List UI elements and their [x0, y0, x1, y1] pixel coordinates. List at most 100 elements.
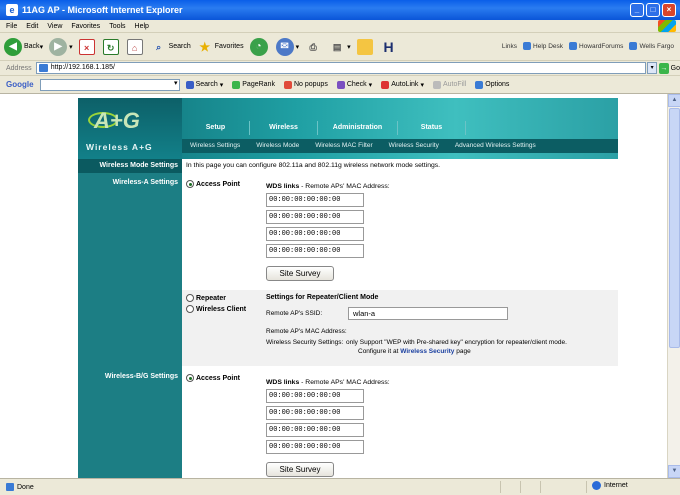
link-howardforums[interactable]: HowardForums	[569, 42, 623, 50]
subtab-advanced-wireless[interactable]: Advanced Wireless Settings	[447, 139, 544, 153]
refresh-button[interactable]: ↻	[102, 38, 121, 55]
autolink-button[interactable]: AutoLink ▾	[381, 80, 424, 89]
page-icon	[569, 42, 577, 50]
history-icon: ◔	[249, 37, 268, 56]
remote-mac-label: Remote AP's MAC Address:	[266, 328, 347, 335]
links-bar: Links Help Desk HowardForums Wells Fargo	[502, 42, 674, 50]
status-done: Done	[6, 483, 34, 491]
mode-row: Wireless Mode Settings In this page you …	[78, 159, 618, 173]
popup-blocker-button[interactable]: No popups	[283, 80, 328, 89]
wireless-client-radio[interactable]: Wireless Client	[186, 305, 246, 313]
search-icon: ⌕	[156, 41, 162, 52]
google-logo[interactable]: Google	[6, 80, 34, 89]
scroll-down-icon[interactable]: ▼	[668, 465, 680, 478]
menu-file[interactable]: File	[6, 23, 17, 30]
go-label[interactable]: Go	[671, 65, 680, 72]
title-bar: e 11AG AP - Microsoft Internet Explorer …	[0, 0, 680, 20]
edit-button[interactable]: ▤ ▾	[329, 39, 351, 55]
subtab-wireless-security[interactable]: Wireless Security	[381, 139, 447, 153]
print-icon: ⎙	[309, 41, 317, 52]
bg-wds-mac-3[interactable]: 00:00:00:00:00:00	[266, 423, 364, 437]
back-button[interactable]: ◀ Back ▾	[4, 37, 43, 56]
pagerank-indicator[interactable]: PageRank	[232, 80, 275, 89]
radio-selected-icon	[186, 374, 194, 382]
bg-access-point-radio[interactable]: Access Point	[186, 374, 240, 382]
h-icon: H	[383, 38, 394, 55]
menu-help[interactable]: Help	[135, 23, 149, 30]
back-label: Back	[24, 43, 40, 50]
wireless-bg-body: Access Point WDS links - Remote APs' MAC…	[182, 367, 618, 478]
menu-tools[interactable]: Tools	[109, 23, 125, 30]
bg-site-survey-button[interactable]: Site Survey	[266, 462, 334, 477]
ie-icon: e	[6, 4, 18, 16]
folder-button[interactable]	[356, 38, 375, 55]
radio-selected-icon	[186, 180, 194, 188]
vertical-scrollbar[interactable]: ▲ ▼	[667, 94, 680, 478]
subtab-mac-filter[interactable]: Wireless MAC Filter	[307, 139, 380, 153]
go-button[interactable]: →	[659, 62, 669, 74]
wireless-a-section: Wireless-A Settings Access Point WDS lin…	[78, 173, 618, 367]
google-search-button[interactable]: Search ▾	[185, 80, 223, 89]
popup-blocker-icon	[283, 80, 292, 89]
remote-ssid-label: Remote AP's SSID:	[266, 310, 323, 317]
forward-arrow-icon: ▶	[49, 37, 68, 56]
a-access-point-radio[interactable]: Access Point	[186, 180, 240, 188]
mail-button[interactable]: ✉ ▾	[275, 37, 299, 56]
autofill-button[interactable]: AutoFill	[432, 80, 466, 89]
brand-logo: A+G Wireless A+G	[78, 98, 182, 159]
radio-unselected-icon	[186, 294, 194, 302]
tab-wireless[interactable]: Wireless	[250, 121, 318, 135]
link-help-desk[interactable]: Help Desk	[523, 42, 563, 50]
google-g-icon	[185, 80, 194, 89]
a-wds-mac-1[interactable]: 00:00:00:00:00:00	[266, 193, 364, 207]
history-button[interactable]: ◔	[249, 37, 270, 56]
forward-button[interactable]: ▶ ▾	[49, 37, 73, 56]
autofill-icon	[432, 80, 441, 89]
address-input[interactable]: http://192.168.1.185/	[35, 62, 647, 74]
bg-wds-title: WDS links - Remote APs' MAC Address:	[266, 379, 390, 386]
wireless-security-link[interactable]: Wireless Security	[400, 348, 454, 355]
logo-ag-icon: A+G	[94, 108, 140, 133]
scroll-up-icon[interactable]: ▲	[668, 94, 680, 107]
print-button[interactable]: ⎙	[305, 39, 323, 55]
address-bar: Address http://192.168.1.185/ ▾ → Go	[0, 61, 680, 76]
remote-ssid-input[interactable]: wlan-a	[348, 307, 508, 320]
options-button[interactable]: Options	[475, 80, 509, 89]
stop-button[interactable]: ×	[78, 38, 97, 55]
tab-setup[interactable]: Setup	[182, 121, 250, 135]
subtab-wireless-mode[interactable]: Wireless Mode	[248, 139, 307, 153]
menu-favorites[interactable]: Favorites	[71, 23, 100, 30]
a-wds-mac-3[interactable]: 00:00:00:00:00:00	[266, 227, 364, 241]
favorites-label: Favorites	[214, 43, 244, 50]
menu-edit[interactable]: Edit	[26, 23, 38, 30]
globe-icon	[592, 481, 601, 490]
bg-wds-mac-2[interactable]: 00:00:00:00:00:00	[266, 406, 364, 420]
star-icon: ★	[199, 39, 211, 54]
link-wells-fargo[interactable]: Wells Fargo	[629, 42, 674, 50]
a-wds-block: WDS links - Remote APs' MAC Address: 00:…	[266, 183, 390, 281]
repeater-radio[interactable]: Repeater	[186, 294, 226, 302]
a-wds-mac-4[interactable]: 00:00:00:00:00:00	[266, 244, 364, 258]
scroll-thumb[interactable]	[669, 108, 680, 348]
maximize-button[interactable]: □	[646, 3, 660, 17]
tab-administration[interactable]: Administration	[318, 121, 398, 135]
h-button[interactable]: H	[381, 39, 399, 55]
bg-wds-mac-4[interactable]: 00:00:00:00:00:00	[266, 440, 364, 454]
tab-status[interactable]: Status	[398, 121, 466, 135]
minimize-button[interactable]: _	[630, 3, 644, 17]
mode-description: In this page you can configure 802.11a a…	[186, 162, 441, 169]
subtab-wireless-settings[interactable]: Wireless Settings	[182, 139, 248, 153]
search-button[interactable]: ⌕ Search	[151, 39, 191, 55]
menu-view[interactable]: View	[47, 23, 62, 30]
address-dropdown-icon[interactable]: ▾	[647, 62, 657, 74]
close-button[interactable]: ×	[662, 3, 676, 17]
bg-wds-mac-1[interactable]: 00:00:00:00:00:00	[266, 389, 364, 403]
google-search-input[interactable]	[39, 78, 180, 91]
a-site-survey-button[interactable]: Site Survey	[266, 266, 334, 281]
spell-check-button[interactable]: Check ▾	[336, 80, 372, 89]
back-arrow-icon: ◀	[4, 37, 22, 56]
home-button[interactable]: ⌂	[126, 38, 145, 55]
a-wds-mac-2[interactable]: 00:00:00:00:00:00	[266, 210, 364, 224]
favorites-button[interactable]: ★ Favorites	[197, 39, 244, 55]
security-config-line: Configure it at Wireless Security page	[358, 348, 471, 355]
